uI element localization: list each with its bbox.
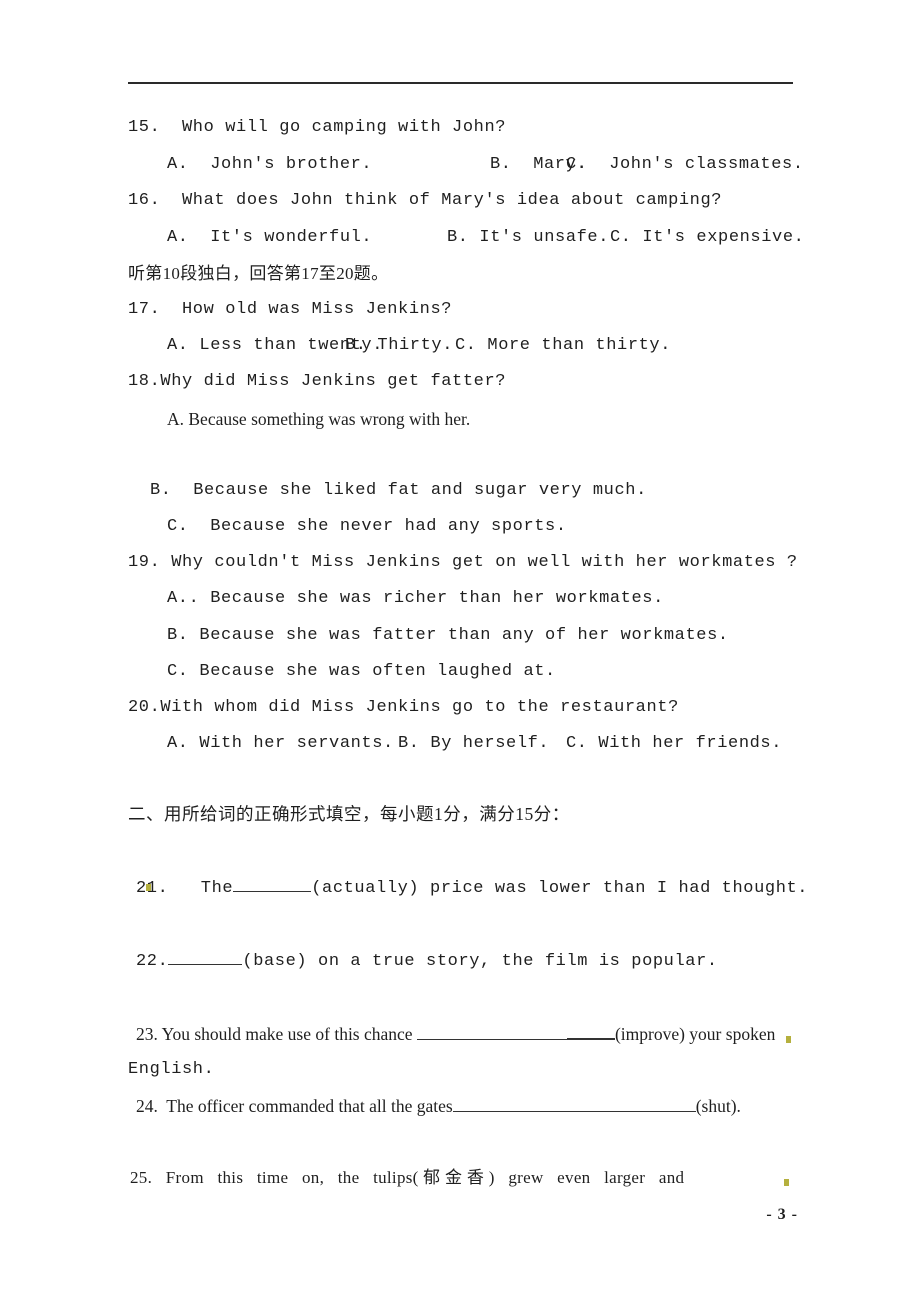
question-17-option-b[interactable]: B. Thirty. [345,336,453,356]
question-20-option-c[interactable]: C. With her friends. [566,734,782,754]
fill-item-23-continuation: English. [128,1060,215,1079]
page-number: - 3 - [766,1206,798,1223]
question-15-option-c[interactable]: C. John's classmates. [566,155,804,175]
fill-item-25: 25. From this time on, the tulips( 郁 金 香… [130,1168,685,1187]
fill-item-21-suffix: (actually) price was lower than I had th… [311,879,809,898]
fill-item-22: 22. (base) on a true story, the film is p… [136,951,718,972]
header-divider-rule [128,82,793,84]
scan-artifact-mark [784,1179,789,1186]
fill-item-23-blank-part1[interactable] [416,1026,567,1040]
fill-item-23-suffix: (improve) your spoken [614,1024,776,1044]
question-16-stem: 16. What does John think of Mary's idea … [128,191,723,210]
question-18-option-c[interactable]: C. Because she never had any sports. [167,517,567,537]
fill-item-23-blank-part2[interactable] [566,1025,615,1040]
question-15-option-a[interactable]: A. John's brother. [167,155,372,175]
question-20-option-a[interactable]: A. With her servants. [167,734,394,754]
question-20-stem: 20.With whom did Miss Jenkins go to the … [128,698,679,717]
fill-item-24-suffix: (shut). [695,1096,741,1116]
section-two-heading: 二、用所给词的正确形式填空，每小题1分，满分15分： [128,804,570,824]
question-16-option-b[interactable]: B. It's unsafe. [447,228,609,248]
scan-artifact-mark [786,1036,791,1043]
question-18-stem: 18.Why did Miss Jenkins get fatter? [128,372,507,391]
question-18-option-a[interactable]: A. Because something was wrong with her. [167,409,470,429]
fill-item-24-blank[interactable] [452,1098,696,1112]
fill-item-22-blank[interactable] [168,951,243,965]
scan-artifact-mark [146,884,151,891]
fill-item-24-prefix: 24. The officer commanded that all the g… [136,1096,453,1116]
question-19-option-c[interactable]: C. Because she was often laughed at. [167,662,556,682]
question-16-option-a[interactable]: A. It's wonderful. [167,228,372,248]
listening-directive-cn: 听第10段独白，回答第17至20题。 [128,264,389,283]
fill-item-24: 24. The officer commanded that all the g… [136,1096,741,1116]
fill-item-22-suffix: (base) on a true story, the film is popu… [242,952,718,971]
fill-item-23: 23. You should make use of this chance (… [136,1024,775,1044]
fill-item-22-prefix: 22. [136,952,169,971]
fill-item-21-blank[interactable] [233,878,312,892]
question-17-stem: 17. How old was Miss Jenkins? [128,300,453,319]
question-16-option-c[interactable]: C. It's expensive. [610,228,804,248]
fill-item-23-prefix: 23. You should make use of this chance [136,1024,417,1044]
fill-item-21: 21. The (actually) price was lower than I… [136,878,808,899]
question-19-option-b[interactable]: B. Because she was fatter than any of he… [167,626,729,646]
question-18-option-b[interactable]: B. Because she liked fat and sugar very … [150,481,647,501]
question-19-stem: 19. Why couldn't Miss Jenkins get on wel… [128,553,798,572]
question-15-stem: 15. Who will go camping with John? [128,118,507,137]
question-20-option-b[interactable]: B. By herself. [398,734,549,754]
exam-page: 15. Who will go camping with John? A. Jo… [0,0,920,1302]
question-17-option-c[interactable]: C. More than thirty. [455,336,671,356]
question-19-option-a[interactable]: A.. Because she was richer than her work… [167,589,664,609]
